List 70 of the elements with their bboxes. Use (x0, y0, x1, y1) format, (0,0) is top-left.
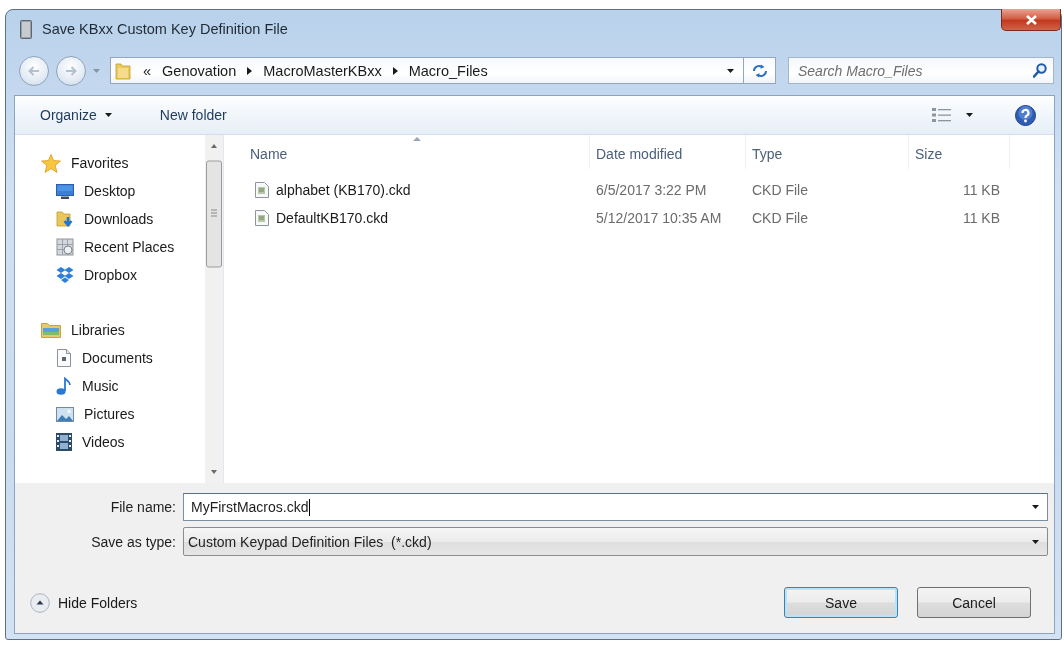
help-icon[interactable] (1015, 104, 1036, 126)
date-cell-text: 6/5/2017 3:22 PM (595, 182, 708, 198)
breadcrumb-item[interactable]: Genovation (157, 62, 242, 79)
size-cell-text: 11 KB (961, 182, 1001, 198)
nav-item[interactable]: Recent Places (56, 233, 175, 261)
nav-item[interactable]: Desktop (56, 177, 136, 205)
refresh-icon (751, 62, 768, 79)
nav-item[interactable]: Dropbox (56, 261, 137, 289)
nav-item[interactable]: Documents (56, 344, 153, 372)
chevron-right-icon (392, 66, 398, 75)
column-header[interactable]: Size (909, 135, 1010, 169)
nav-item[interactable]: Libraries (15, 316, 125, 344)
breadcrumb-overflow[interactable]: « (137, 62, 158, 79)
breadcrumb-item[interactable]: Macro_Files (403, 62, 493, 79)
right-arrow-icon (65, 65, 77, 76)
save-as-type-label: Save as type: (90, 533, 177, 550)
nav-item[interactable]: Favorites (15, 149, 129, 177)
folder-arrow-icon (56, 210, 74, 228)
column-header[interactable]: Date modified (590, 135, 746, 169)
view-options-button[interactable] (932, 107, 973, 123)
column-header[interactable]: Type (746, 135, 909, 169)
search-field[interactable]: Search Macro_Files (788, 57, 1054, 84)
file-name-field[interactable]: MyFirstMacros.ckd (183, 493, 1048, 521)
caret-icon (104, 113, 112, 117)
list-view-icon (932, 107, 952, 123)
caret-icon[interactable] (1032, 505, 1039, 509)
nav-item[interactable]: Downloads (56, 205, 154, 233)
picture-icon (56, 406, 74, 422)
file-name-cell[interactable]: DefaultKB170.ckd (276, 210, 389, 226)
folder-icon (41, 322, 61, 338)
film-icon (56, 433, 72, 451)
app-icon (20, 19, 32, 39)
type-cell-text: CKD File (751, 210, 809, 226)
caret-icon[interactable] (727, 68, 734, 73)
hide-folders-button[interactable]: Hide Folders (30, 592, 138, 613)
chevron-right-icon (247, 66, 253, 75)
caret-icon[interactable] (1032, 539, 1039, 544)
nav-item[interactable]: Pictures (56, 400, 135, 428)
new-folder-button[interactable]: New folder (159, 107, 227, 123)
close-button[interactable] (1001, 9, 1061, 31)
type-cell-text: CKD File (751, 182, 809, 198)
save-button[interactable]: Save (784, 587, 898, 618)
address-bar[interactable]: « Genovation MacroMasterKBxx Macro_Files (110, 57, 743, 84)
caret-icon (966, 113, 973, 117)
document-icon (255, 182, 269, 198)
left-arrow-icon (28, 65, 40, 76)
window-title: Save KBxx Custom Key Definition File (42, 21, 288, 37)
document-icon (255, 210, 269, 226)
diamonds-icon (56, 267, 74, 283)
close-icon (1025, 14, 1037, 25)
size-cell-text: 11 KB (961, 210, 1001, 226)
document-icon (56, 349, 72, 367)
organize-button[interactable]: Organize (40, 107, 112, 123)
breadcrumb-item[interactable]: MacroMasterKBxx (258, 62, 387, 79)
search-icon[interactable] (1033, 63, 1047, 78)
nav-item[interactable]: Music (56, 372, 119, 400)
monitor-icon (56, 183, 74, 199)
grid-icon (56, 238, 74, 256)
file-name-label: File name: (109, 499, 177, 515)
nav-item[interactable]: Videos (56, 428, 125, 456)
file-type-dropdown[interactable]: Custom Keypad Definition Files (*.ckd) (183, 527, 1048, 556)
cancel-button[interactable]: Cancel (917, 587, 1031, 618)
folder-icon (115, 61, 131, 80)
column-header[interactable]: Name (244, 135, 590, 169)
date-cell-text: 5/12/2017 10:35 AM (595, 210, 723, 226)
star-icon (41, 153, 61, 173)
music-note-icon (56, 377, 72, 395)
file-name-cell[interactable]: alphabet (KB170).ckd (276, 182, 411, 198)
refresh-button[interactable] (743, 57, 776, 84)
vertical-scrollbar[interactable] (205, 135, 223, 483)
